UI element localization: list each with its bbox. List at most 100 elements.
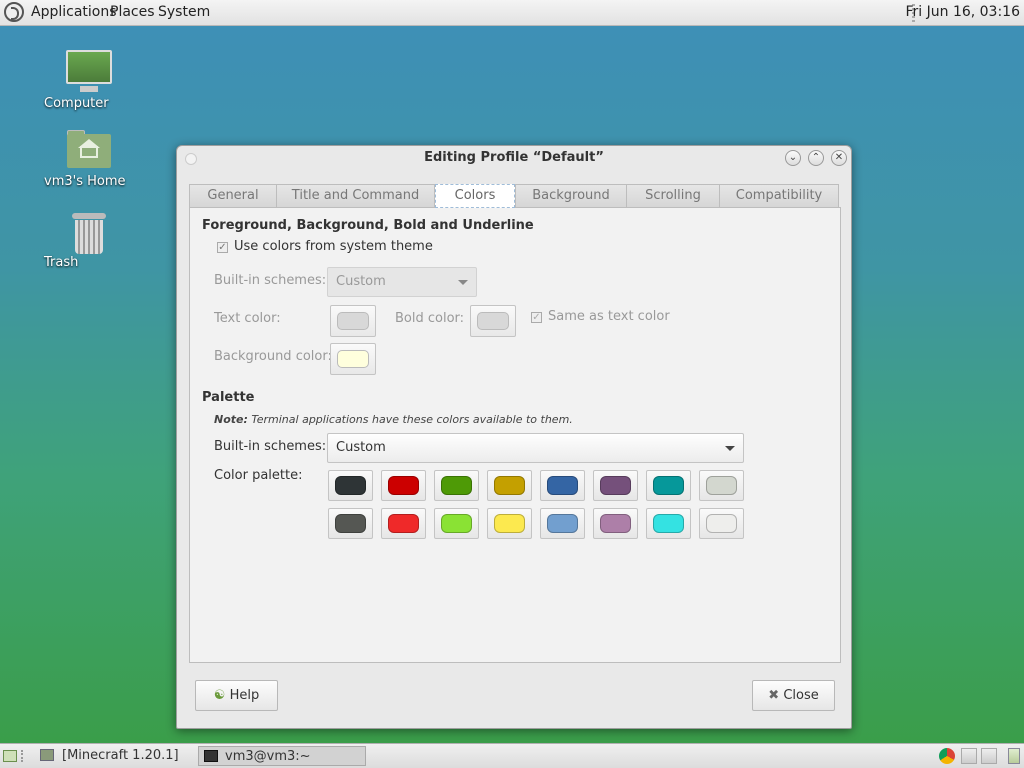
background-color-label: Background color: — [214, 349, 332, 364]
palette-color-button[interactable] — [646, 508, 691, 539]
tab-scrolling[interactable]: Scrolling — [626, 184, 720, 208]
palette-color-swatch — [653, 514, 684, 533]
palette-section-title: Palette — [202, 390, 255, 405]
bold-color-swatch — [477, 312, 509, 330]
palette-builtin-label: Built-in schemes: — [214, 439, 327, 454]
menu-applications[interactable]: Applications — [31, 4, 117, 20]
tab-background[interactable]: Background — [515, 184, 627, 208]
palette-color-swatch — [388, 476, 419, 495]
same-as-text-label[interactable]: Same as text color — [548, 309, 670, 324]
taskbar-item-minecraft[interactable]: [Minecraft 1.20.1] — [36, 746, 196, 766]
help-button[interactable]: ☯ Help — [195, 680, 278, 711]
palette-color-button[interactable] — [434, 470, 479, 501]
palette-color-button[interactable] — [540, 470, 585, 501]
bold-color-label: Bold color: — [395, 311, 465, 326]
desktop-icon-label: Trash — [44, 255, 79, 270]
clock[interactable]: Fri Jun 16, 03:16 — [905, 4, 1020, 20]
trash-icon — [72, 211, 106, 255]
close-button[interactable]: ✖ Close — [752, 680, 835, 711]
palette-color-button[interactable] — [487, 470, 532, 501]
main-menu-logo-icon[interactable] — [4, 2, 24, 22]
palette-color-button[interactable] — [540, 508, 585, 539]
palette-color-swatch — [706, 514, 737, 533]
desktop-icon-computer[interactable]: Computer — [44, 50, 134, 111]
palette-color-button[interactable] — [593, 470, 638, 501]
computer-icon — [66, 50, 112, 92]
text-color-label: Text color: — [214, 311, 281, 326]
palette-color-swatch — [494, 476, 525, 495]
chevron-down-icon — [458, 280, 468, 285]
desktop-icon-trash[interactable]: Trash — [44, 211, 134, 270]
palette-color-swatch — [335, 476, 366, 495]
workspace-switcher-icon-2[interactable] — [981, 748, 997, 764]
palette-color-button[interactable] — [381, 470, 426, 501]
palette-color-button[interactable] — [593, 508, 638, 539]
dialog-titlebar[interactable]: Editing Profile “Default” ⌄ ⌃ ✕ — [177, 146, 851, 172]
background-color-swatch — [337, 350, 369, 368]
palette-color-button[interactable] — [699, 508, 744, 539]
palette-color-button[interactable] — [328, 508, 373, 539]
palette-color-button[interactable] — [328, 470, 373, 501]
desktop-icon-home[interactable]: vm3's Home — [44, 130, 134, 189]
use-system-colors-checkbox[interactable]: ✓ — [217, 242, 228, 253]
chrome-icon[interactable] — [939, 748, 955, 764]
fg-builtin-schemes-select[interactable]: Custom — [327, 267, 477, 297]
menu-system[interactable]: System — [158, 4, 210, 20]
home-folder-icon — [67, 130, 111, 168]
fg-section-title: Foreground, Background, Bold and Underli… — [202, 218, 534, 233]
close-icon: ✖ — [768, 688, 780, 703]
palette-color-button[interactable] — [646, 470, 691, 501]
background-color-button[interactable] — [330, 343, 376, 375]
minimize-icon[interactable]: ⌄ — [785, 150, 801, 166]
taskbar-item-terminal[interactable]: vm3@vm3:~ — [198, 746, 366, 766]
fg-builtin-label: Built-in schemes: — [214, 273, 327, 288]
minecraft-app-icon — [40, 749, 54, 761]
tab-title-and-command[interactable]: Title and Command — [276, 184, 435, 208]
tab-general[interactable]: General — [189, 184, 277, 208]
palette-color-swatch — [547, 514, 578, 533]
tab-compatibility[interactable]: Compatibility — [719, 184, 839, 208]
palette-color-swatch — [600, 514, 631, 533]
close-window-icon[interactable]: ✕ — [831, 150, 847, 166]
use-system-colors-label[interactable]: Use colors from system theme — [234, 239, 433, 254]
palette-color-swatch — [494, 514, 525, 533]
palette-color-swatch — [600, 476, 631, 495]
desktop-icon-label: vm3's Home — [44, 174, 126, 189]
palette-color-swatch — [706, 476, 737, 495]
top-panel: Applications Places System Fri Jun 16, 0… — [0, 0, 1024, 26]
terminal-app-icon — [204, 750, 218, 762]
palette-color-swatch — [335, 514, 366, 533]
workspace-switcher-icon[interactable] — [961, 748, 977, 764]
desktop-icon-label: Computer — [44, 96, 109, 111]
menu-places[interactable]: Places — [110, 4, 155, 20]
panel-handle-icon — [21, 750, 24, 762]
editing-profile-dialog: Editing Profile “Default” ⌄ ⌃ ✕ General … — [176, 145, 852, 729]
palette-builtin-value: Custom — [336, 440, 386, 455]
maximize-icon[interactable]: ⌃ — [808, 150, 824, 166]
palette-color-swatch — [441, 476, 472, 495]
colors-tab-panel: Foreground, Background, Bold and Underli… — [189, 207, 841, 663]
show-desktop-icon[interactable] — [3, 750, 17, 762]
palette-note: Note: Terminal applications have these c… — [214, 413, 573, 426]
palette-color-button[interactable] — [381, 508, 426, 539]
palette-color-button[interactable] — [699, 470, 744, 501]
palette-color-swatch — [547, 476, 578, 495]
text-color-swatch — [337, 312, 369, 330]
help-icon: ☯ — [213, 688, 226, 703]
text-color-button[interactable] — [330, 305, 376, 337]
palette-color-swatch — [441, 514, 472, 533]
bottom-panel: [Minecraft 1.20.1] vm3@vm3:~ — [0, 743, 1024, 768]
fg-builtin-value: Custom — [336, 274, 386, 289]
color-palette-label: Color palette: — [214, 468, 303, 483]
palette-builtin-schemes-select[interactable]: Custom — [327, 433, 744, 463]
tab-colors[interactable]: Colors — [435, 184, 515, 208]
chevron-down-icon — [725, 446, 735, 451]
dialog-title: Editing Profile “Default” — [424, 150, 604, 165]
palette-color-button[interactable] — [487, 508, 532, 539]
bold-color-button[interactable] — [470, 305, 516, 337]
palette-color-button[interactable] — [434, 508, 479, 539]
tab-bar: General Title and Command Colors Backgro… — [189, 184, 839, 208]
palette-color-swatch — [653, 476, 684, 495]
trash-applet-icon[interactable] — [1008, 748, 1020, 764]
same-as-text-checkbox[interactable]: ✓ — [531, 312, 542, 323]
